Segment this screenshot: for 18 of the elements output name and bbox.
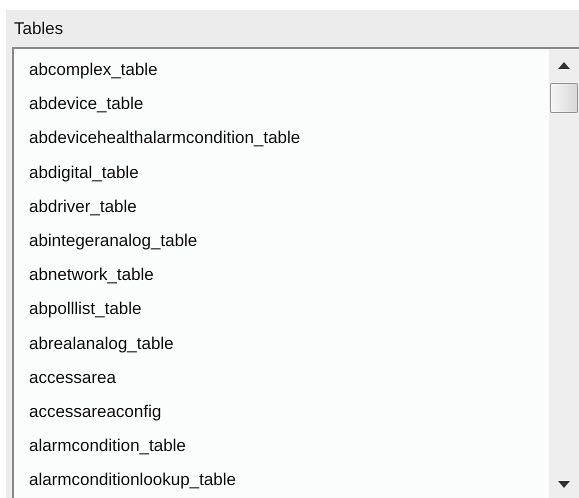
scroll-thumb[interactable]	[550, 83, 578, 113]
list-item[interactable]: abnetwork_table	[28, 258, 155, 292]
list-item[interactable]: abintegeranalog_table	[28, 224, 198, 258]
list-item[interactable]: abdevicehealthalarmcondition_table	[28, 121, 302, 156]
list-item[interactable]: abdriver_table	[28, 190, 138, 224]
list-item[interactable]: abdigital_table	[28, 156, 140, 190]
list-item[interactable]: accessarea	[28, 360, 117, 395]
group-label: Tables	[13, 18, 64, 40]
list-item[interactable]: abpolllist_table	[28, 292, 142, 326]
list-item[interactable]: accessareaconfig	[28, 394, 162, 430]
list-item[interactable]: abdevice_table	[28, 87, 144, 122]
scroll-down-icon[interactable]	[558, 481, 570, 488]
list-item[interactable]: abcomplex_table	[28, 53, 159, 88]
list-item[interactable]: abrealanalog_table	[28, 326, 175, 361]
list-item[interactable]: alarmconditionlookup_table	[28, 463, 237, 498]
list-item[interactable]: alarmcondition_table	[28, 429, 187, 464]
scroll-up-icon[interactable]	[558, 62, 570, 69]
scrollbar[interactable]	[549, 49, 579, 498]
